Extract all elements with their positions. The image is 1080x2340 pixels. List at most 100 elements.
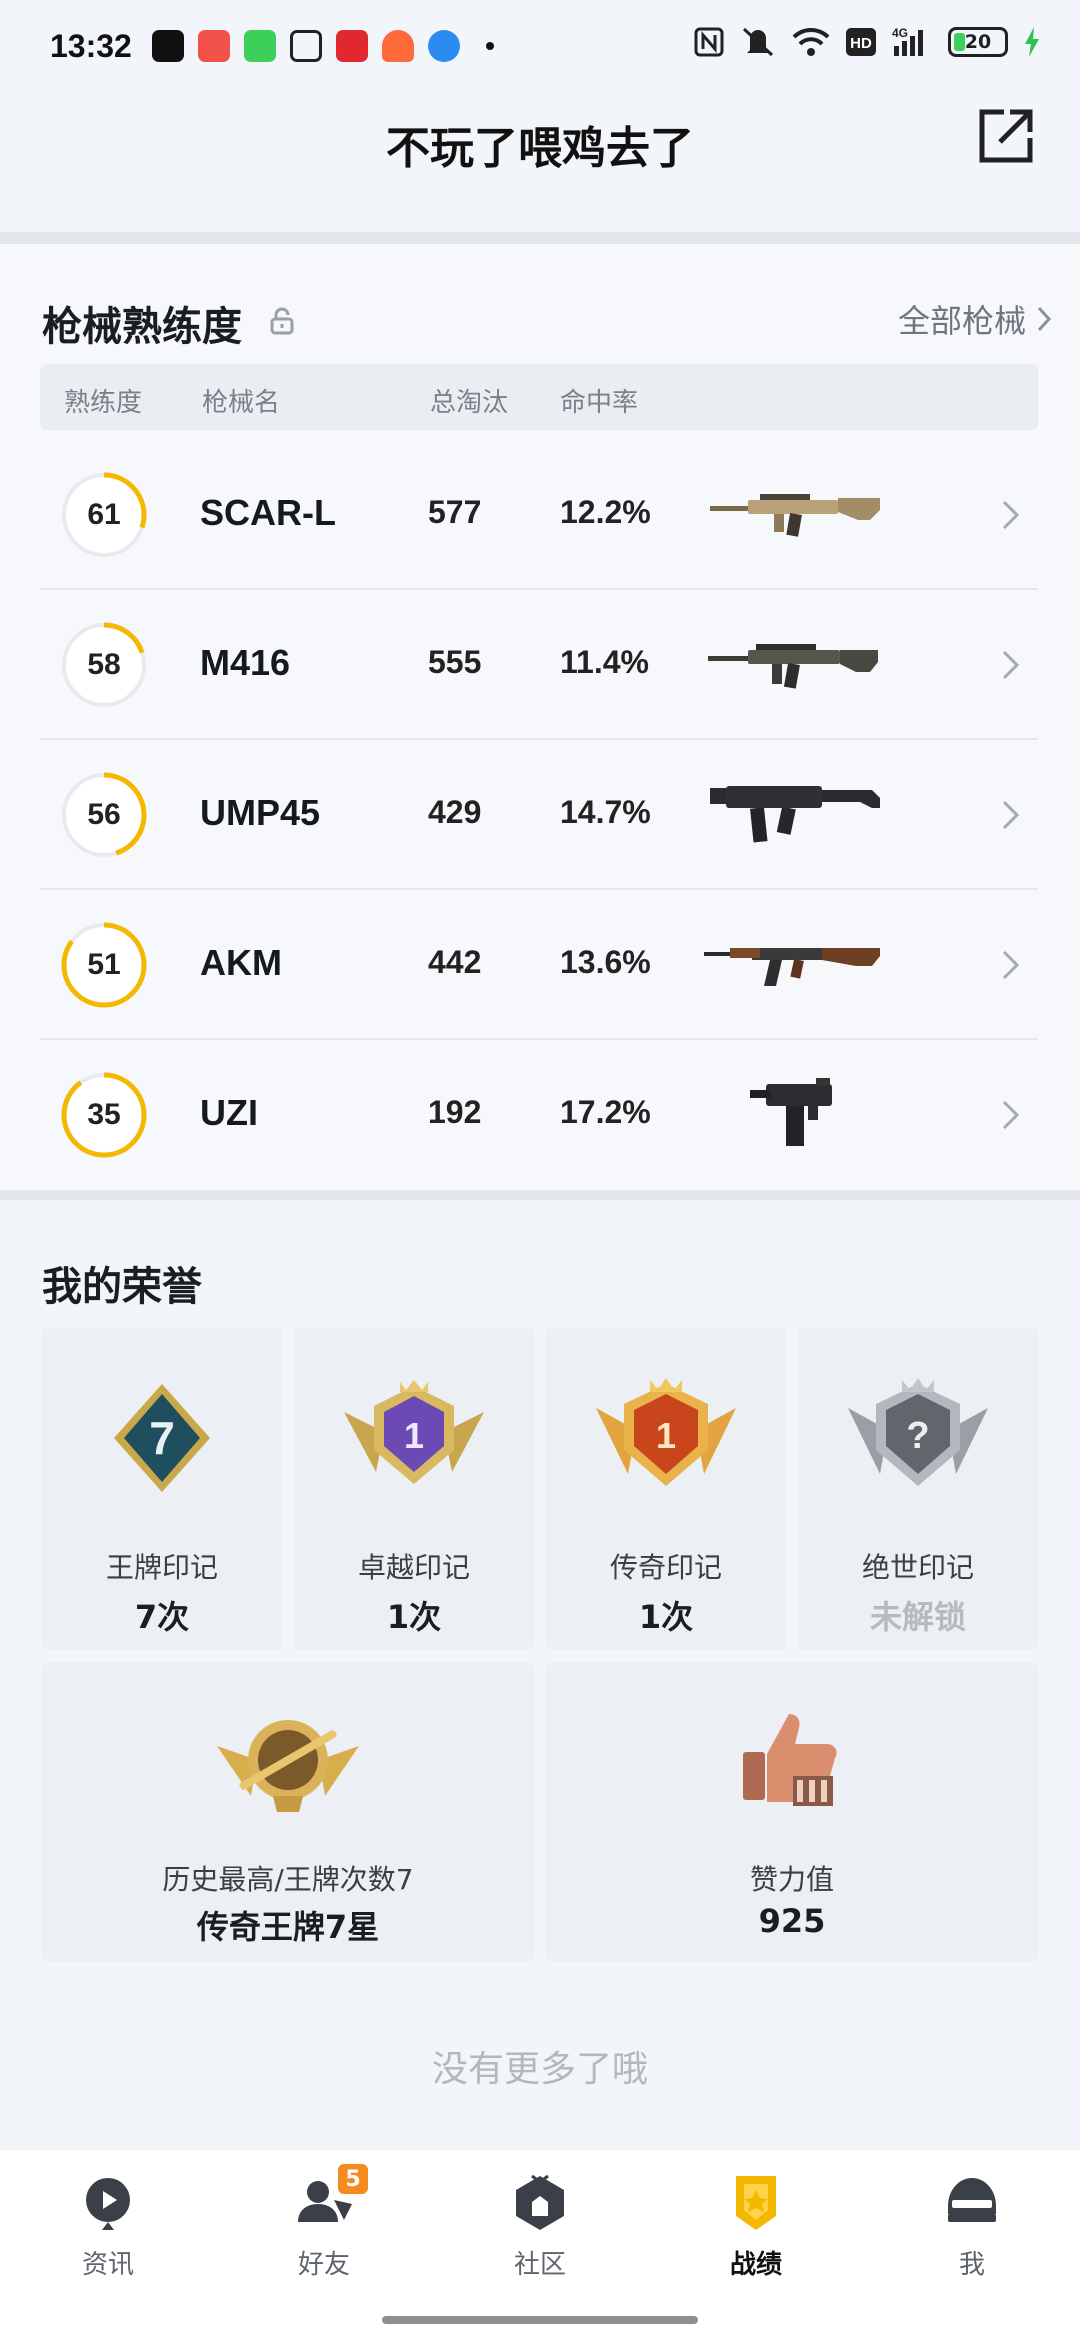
profile-helmet-icon (948, 2178, 996, 2222)
honor-tile-peerless[interactable]: ? 绝世印记 未解锁 (798, 1328, 1038, 1650)
blue-app-icon (428, 30, 460, 62)
nav-item-record[interactable]: 战绩 (686, 2170, 826, 2281)
bottom-nav: 资讯 5 好友 社区 战绩 我 (0, 2150, 1080, 2340)
weapon-mastery-title: 枪械熟练度 (42, 304, 242, 350)
column-hit-rate: 命中率 (560, 388, 639, 418)
honor-value-locked: 未解锁 (869, 1598, 966, 1636)
peerless-badge-symbol: ? (906, 1415, 929, 1457)
lock-icon[interactable] (268, 306, 296, 336)
weapon-row[interactable]: 51 AKM 442 13.6% (40, 890, 1038, 1040)
page-header: 不玩了喂鸡去了 (0, 90, 1080, 232)
system-indicators: HD 4G 20 (694, 26, 1040, 58)
weapon-kills: 442 (428, 944, 482, 980)
video-app-icon (198, 30, 230, 62)
ace-badge-number: 7 (149, 1412, 175, 1464)
weapon-row[interactable]: 58 M416 555 11.4% (40, 590, 1038, 740)
chevron-right-icon (1002, 650, 1020, 680)
honor-tile-ace[interactable]: 7 王牌印记 7次 (42, 1328, 282, 1650)
excellence-badge-number: 1 (404, 1415, 424, 1456)
mastery-level: 56 (87, 798, 121, 831)
status-time: 13:32 (50, 28, 132, 64)
hd-icon: HD (846, 28, 876, 56)
honor-label: 绝世印记 (861, 1551, 974, 1584)
chevron-right-icon (1002, 1100, 1020, 1130)
weapon-row[interactable]: 35 UZI 192 17.2% (40, 1040, 1038, 1190)
chevron-right-icon (1037, 306, 1052, 332)
column-mastery: 熟练度 (64, 388, 143, 418)
uzi-smg-icon (750, 1078, 832, 1146)
mastery-level: 51 (87, 948, 121, 981)
honor-label: 传奇印记 (609, 1551, 722, 1584)
notification-app-icons (152, 30, 494, 62)
honors-title: 我的荣誉 (42, 1264, 202, 1310)
scar-l-rifle-icon (710, 494, 880, 537)
likes-label: 赞力值 (749, 1863, 834, 1896)
charging-icon (1025, 27, 1039, 57)
thumbs-up-icon (743, 1714, 837, 1806)
news-icon (86, 2178, 130, 2230)
honor-tile-excellence[interactable]: 1 卓越印记 1次 (294, 1328, 534, 1650)
chevron-right-icon (1002, 500, 1020, 530)
chevron-right-icon (1002, 800, 1020, 830)
weapon-name: M416 (200, 642, 291, 683)
nav-label-record: 战绩 (729, 2250, 782, 2280)
highest-rank-tile[interactable]: 历史最高/王牌次数7 传奇王牌7星 (42, 1662, 534, 1962)
nav-item-community[interactable]: 社区 (470, 2170, 610, 2281)
nav-item-news[interactable]: 资讯 (38, 2170, 178, 2281)
honor-value: 1次 (386, 1598, 442, 1636)
honor-value: 7次 (134, 1598, 190, 1636)
weapon-row[interactable]: 56 UMP45 429 14.7% (40, 740, 1038, 890)
wifi-icon (792, 27, 830, 56)
weapon-name: UMP45 (200, 792, 321, 833)
share-icon[interactable] (974, 106, 1036, 168)
home-indicator[interactable] (382, 2316, 698, 2324)
weapon-kills: 555 (428, 644, 482, 680)
weapon-row[interactable]: 61 SCAR-L 577 12.2% (40, 440, 1038, 590)
mute-icon (742, 27, 774, 57)
community-icon (516, 2174, 564, 2230)
battery-level: 20 (964, 31, 992, 53)
honors-section: 我的荣誉 7 王牌印记 7次 1 卓越印记 1次 1 传奇印记 1次 ? 绝世印… (0, 1200, 1080, 2150)
excellence-mark-badge-icon: 1 (344, 1380, 484, 1484)
likes-tile[interactable]: 赞力值 925 (546, 1662, 1038, 1962)
m416-rifle-icon (708, 644, 878, 689)
highest-rank-value: 传奇王牌7星 (196, 1908, 380, 1946)
header-divider (0, 232, 1080, 244)
status-bar: 13:32 HD 4G 20 (0, 0, 1080, 90)
tiktok-icon (152, 30, 184, 62)
nav-item-profile[interactable]: 我 (902, 2170, 1042, 2281)
honor-value: 1次 (638, 1598, 694, 1636)
record-icon (736, 2176, 776, 2230)
rank-emblem-icon (217, 1720, 359, 1812)
column-total-kills: 总淘汰 (430, 388, 509, 418)
friends-count-badge: 5 (338, 2164, 368, 2194)
message-app-icon (244, 30, 276, 62)
chevron-right-icon (1002, 950, 1020, 980)
weapon-kills: 429 (428, 794, 482, 830)
weapon-hit-rate: 14.7% (560, 794, 651, 830)
nav-label-community: 社区 (513, 2250, 566, 2280)
weapon-name: UZI (200, 1092, 258, 1133)
section-divider (0, 1190, 1080, 1200)
weapon-kills: 577 (428, 494, 482, 530)
peerless-mark-badge-icon: ? (848, 1378, 988, 1486)
orange-app-icon (382, 30, 414, 62)
likes-value: 925 (758, 1902, 826, 1940)
honor-label: 王牌印记 (105, 1551, 218, 1584)
all-weapons-link[interactable]: 全部枪械 (898, 296, 1052, 342)
honor-label: 卓越印记 (357, 1551, 470, 1584)
nav-label-friends: 好友 (297, 2250, 350, 2280)
battery-icon: 20 (948, 27, 1008, 57)
4g-signal-icon: 4G (892, 26, 923, 56)
end-of-list-text: 没有更多了哦 (431, 2049, 648, 2090)
weapon-hit-rate: 11.4% (560, 644, 649, 680)
alipay-icon (290, 30, 322, 62)
akm-rifle-icon (704, 948, 880, 986)
honor-tile-legend[interactable]: 1 传奇印记 1次 (546, 1328, 786, 1650)
svg-text:4G: 4G (892, 26, 908, 40)
column-weapon-name: 枪械名 (202, 388, 281, 418)
nav-item-friends[interactable]: 5 好友 (254, 2164, 394, 2281)
weapon-mastery-section: 枪械熟练度 全部枪械 熟练度 枪械名 总淘汰 命中率 61 SCAR-L 577… (0, 244, 1080, 1190)
legend-badge-number: 1 (656, 1415, 676, 1456)
ace-mark-badge-icon: 7 (114, 1384, 210, 1492)
